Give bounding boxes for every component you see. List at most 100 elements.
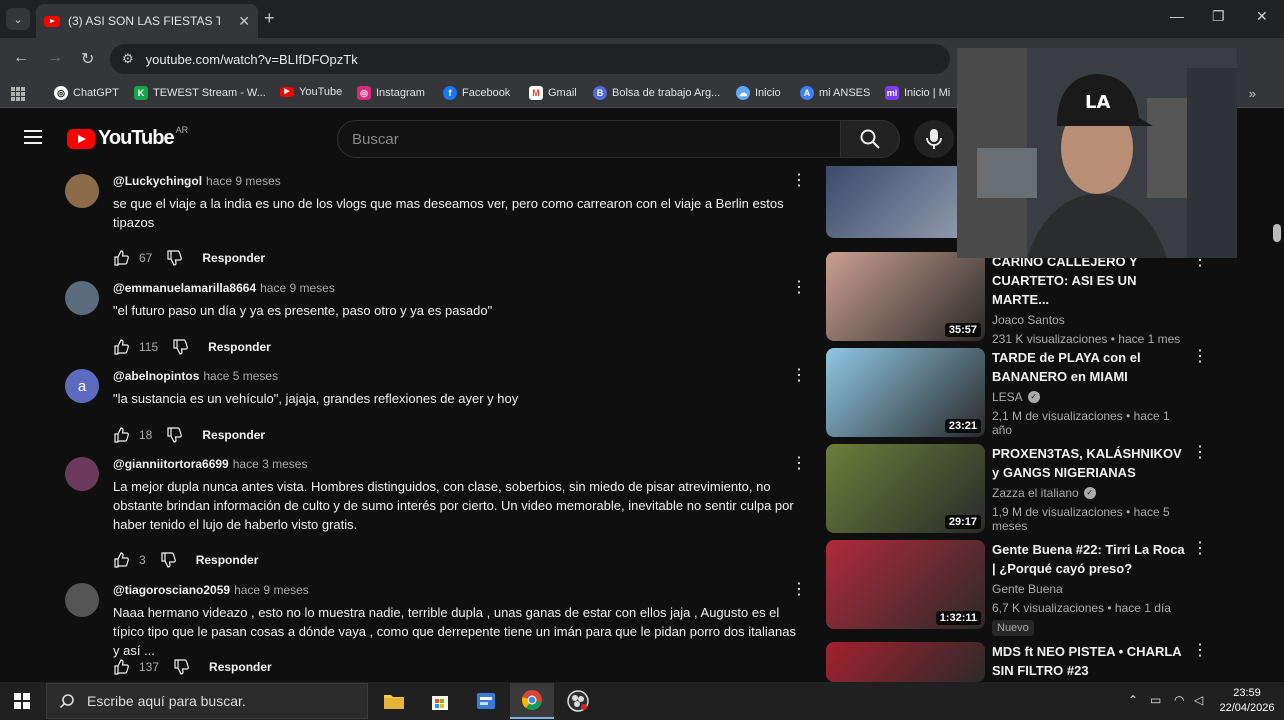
commenter-avatar[interactable] (65, 174, 99, 208)
tray-chevron-icon[interactable]: ⌃ (1128, 693, 1138, 707)
video-channel[interactable]: LESA ✓ (992, 390, 1188, 404)
commenter-avatar[interactable]: a (65, 369, 99, 403)
video-title[interactable]: CARIÑO CALLEJERO Y CUARTETO: ASI ES UN M… (992, 252, 1188, 309)
comment-time[interactable]: hace 9 meses (260, 281, 335, 295)
comment-author[interactable]: @Luckychingol (113, 174, 202, 188)
new-tab-button[interactable]: + (264, 8, 275, 29)
video-thumbnail[interactable] (826, 642, 985, 682)
back-icon[interactable]: ← (13, 49, 29, 67)
file-explorer-icon[interactable] (372, 683, 416, 719)
page-scrollbar[interactable] (1270, 166, 1284, 682)
bookmark-bolsa[interactable]: B Bolsa de trabajo Arg... (593, 86, 720, 100)
obs-icon[interactable] (556, 683, 600, 719)
forward-icon[interactable]: → (47, 49, 63, 67)
video-thumbnail[interactable]: 1:32:11 (826, 540, 985, 629)
thumbs-up-icon[interactable] (113, 659, 129, 675)
video-more-icon[interactable]: ⋮ (1192, 541, 1208, 557)
bookmark-youtube[interactable]: ▶ YouTube (280, 86, 342, 98)
comment-author[interactable]: @emmanuelamarilla8664 (113, 281, 256, 295)
search-input[interactable]: Buscar (337, 120, 841, 158)
video-duration: 35:57 (944, 323, 981, 337)
comment-more-icon[interactable]: ⋮ (791, 582, 807, 598)
window-close-button[interactable]: ✕ (1256, 8, 1268, 25)
app-icon[interactable] (464, 683, 508, 719)
comment-time[interactable]: hace 9 meses (206, 174, 281, 188)
tab-close-icon[interactable]: ✕ (238, 13, 250, 30)
comment-more-icon[interactable]: ⋮ (791, 456, 807, 472)
video-stats: 6,7 K visualizaciones • hace 1 día (992, 601, 1171, 615)
video-channel[interactable]: Joaco Santos (992, 313, 1188, 327)
battery-icon[interactable]: ▭ (1150, 693, 1161, 707)
windows-start-icon[interactable] (14, 693, 30, 709)
thumbs-down-icon[interactable] (172, 339, 189, 355)
volume-icon[interactable]: ◁ (1194, 693, 1203, 707)
thumbs-up-icon[interactable] (113, 250, 129, 266)
microsoft-store-icon[interactable] (418, 683, 462, 719)
scrollbar-thumb[interactable] (1273, 224, 1281, 242)
comment-time[interactable]: hace 5 meses (203, 369, 278, 383)
comment-time[interactable]: hace 3 meses (233, 457, 308, 471)
reply-button[interactable]: Responder (202, 428, 265, 442)
video-title[interactable]: MDS ft NEO PISTEA • CHARLA SIN FILTRO #2… (992, 642, 1188, 680)
bookmark-tewest[interactable]: K TEWEST Stream - W... (134, 86, 266, 100)
apps-grid-icon[interactable] (11, 87, 25, 101)
thumbs-down-icon[interactable] (160, 552, 176, 568)
video-channel[interactable]: Zazza el italiano ✓ (992, 486, 1188, 500)
bookmark-gmail[interactable]: M Gmail (529, 86, 577, 100)
bookmark-inicio-mi[interactable]: mi Inicio | Mi (885, 86, 950, 100)
thumbs-down-icon[interactable] (166, 250, 183, 266)
reply-button[interactable]: Responder (196, 553, 259, 567)
video-more-icon[interactable]: ⋮ (1192, 445, 1208, 461)
site-info-icon[interactable]: ⚙ (122, 51, 134, 67)
thumbs-up-icon[interactable] (113, 427, 129, 443)
chrome-icon[interactable] (510, 683, 554, 719)
taskbar-clock[interactable]: 23:59 22/04/2026 (1214, 686, 1280, 716)
thumbs-down-icon[interactable] (173, 659, 189, 675)
comment-time[interactable]: hace 9 meses (234, 583, 309, 597)
address-bar[interactable]: ⚙ youtube.com/watch?v=BLIfDFOpzTk (110, 44, 950, 74)
bookmark-chatgpt[interactable]: ◎ ChatGPT (54, 86, 119, 100)
menu-icon[interactable] (24, 130, 42, 144)
thumbs-up-icon[interactable] (113, 339, 129, 355)
tab-search-menu-icon[interactable]: ⌄ (6, 8, 30, 30)
video-thumbnail[interactable]: 23:21 (826, 348, 985, 437)
voice-search-button[interactable] (914, 120, 954, 158)
bookmark-label: ChatGPT (73, 87, 119, 99)
reply-button[interactable]: Responder (209, 660, 272, 674)
comment-author[interactable]: @gianniitortora6699 (113, 457, 229, 471)
bookmarks-overflow-icon[interactable]: » (1249, 86, 1256, 101)
commenter-avatar[interactable] (65, 457, 99, 491)
youtube-logo[interactable]: YouTube AR (67, 125, 188, 150)
thumbs-up-icon[interactable] (113, 552, 129, 568)
thumbs-down-icon[interactable] (166, 427, 183, 443)
search-button[interactable] (840, 120, 900, 158)
comment-more-icon[interactable]: ⋮ (791, 368, 807, 384)
bookmark-inicio[interactable]: ☁ Inicio (736, 86, 781, 100)
comment-more-icon[interactable]: ⋮ (791, 173, 807, 189)
video-channel[interactable]: Gente Buena (992, 582, 1188, 596)
bookmark-instagram[interactable]: ◎ Instagram (357, 86, 425, 100)
window-maximize-button[interactable]: ❐ (1212, 8, 1225, 25)
video-more-icon[interactable]: ⋮ (1192, 643, 1208, 659)
comment-author[interactable]: @tiagorosciano2059 (113, 583, 230, 597)
reply-button[interactable]: Responder (202, 251, 265, 265)
reply-button[interactable]: Responder (208, 340, 271, 354)
bookmark-anses[interactable]: Ami ANSES (800, 86, 870, 100)
video-title[interactable]: PROXEN3TAS, KALÁSHNIKOV y GANGS NIGERIAN… (992, 444, 1188, 482)
taskbar-search-input[interactable]: Escribe aquí para buscar. (46, 683, 368, 719)
verified-icon: ✓ (1083, 487, 1096, 499)
window-minimize-button[interactable]: — (1170, 8, 1184, 24)
browser-tab-active[interactable]: (3) ASI SON LAS FIESTAS TECHN ✕ (36, 4, 258, 38)
wifi-icon[interactable]: ◠ (1174, 693, 1184, 707)
bookmark-facebook[interactable]: f Facebook (443, 86, 510, 100)
comment-more-icon[interactable]: ⋮ (791, 280, 807, 296)
commenter-avatar[interactable] (65, 583, 99, 617)
reload-icon[interactable]: ↻ (81, 49, 94, 69)
comment-author[interactable]: @abelnopintos (113, 369, 199, 383)
video-thumbnail[interactable]: 35:57 (826, 252, 985, 341)
video-thumbnail[interactable]: 29:17 (826, 444, 985, 533)
video-title[interactable]: TARDE de PLAYA con el BANANERO en MIAMI (992, 348, 1188, 386)
commenter-avatar[interactable] (65, 281, 99, 315)
video-more-icon[interactable]: ⋮ (1192, 349, 1208, 365)
video-title[interactable]: Gente Buena #22: Tirri La Roca | ¿Porqué… (992, 540, 1188, 578)
